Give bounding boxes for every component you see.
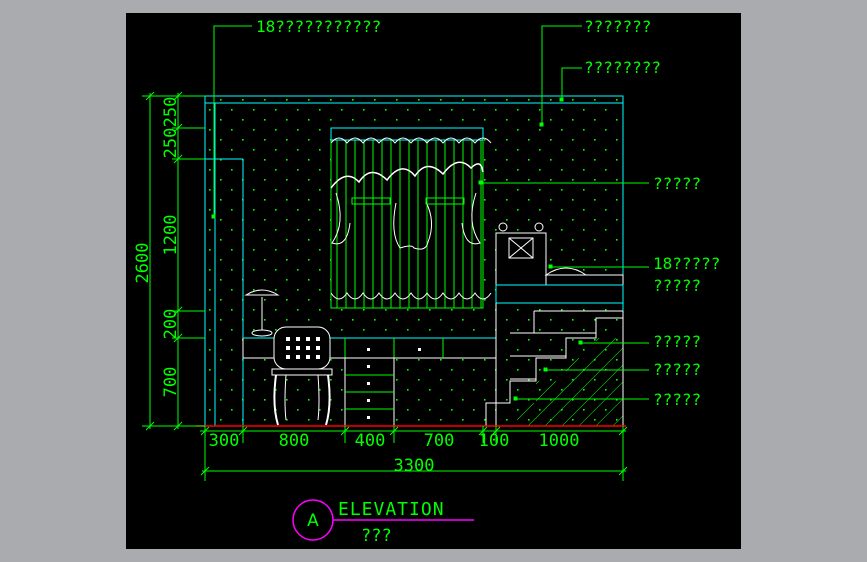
section-mark: A — [307, 511, 319, 531]
dim-horizontal-1: 800 — [279, 431, 310, 451]
drawing-title: ELEVATION — [338, 499, 445, 520]
callout-top-left: 18??????????? — [256, 17, 381, 36]
callout-right-2: 18????? — [653, 254, 720, 273]
drawing-subtitle: ??? — [361, 526, 392, 546]
callout-right-5: ????? — [653, 360, 701, 379]
dim-vertical-2: 1200 — [161, 215, 181, 256]
dim-horizontal-2: 400 — [355, 431, 386, 451]
window-curtain — [330, 127, 492, 309]
callout-top-right-2: ???????? — [584, 58, 661, 77]
callout-right-3: ????? — [653, 276, 701, 295]
callout-right-6: ????? — [653, 390, 701, 409]
dim-vertical-1: 250 — [161, 128, 181, 159]
dim-horizontal-3: 700 — [424, 431, 455, 451]
elevation-drawing: 18??????????? ??????? ???????? ????? 18?… — [133, 17, 720, 546]
callout-right-1: ????? — [653, 174, 701, 193]
dim-horizontal-0: 300 — [209, 431, 240, 451]
callout-top-right-1: ??????? — [584, 17, 651, 36]
drawing-canvas: 18??????????? ??????? ???????? ????? 18?… — [126, 13, 741, 549]
dim-horizontal-total: 3300 — [394, 456, 435, 476]
dim-vertical-0: 250 — [161, 97, 181, 128]
dim-vertical-3: 200 — [161, 309, 181, 340]
dim-vertical-4: 700 — [161, 367, 181, 398]
callout-right-4: ????? — [653, 332, 701, 351]
dim-vertical-total: 2600 — [133, 243, 153, 284]
dim-horizontal-4: 100 — [479, 431, 510, 451]
dim-horizontal-5: 1000 — [539, 431, 580, 451]
